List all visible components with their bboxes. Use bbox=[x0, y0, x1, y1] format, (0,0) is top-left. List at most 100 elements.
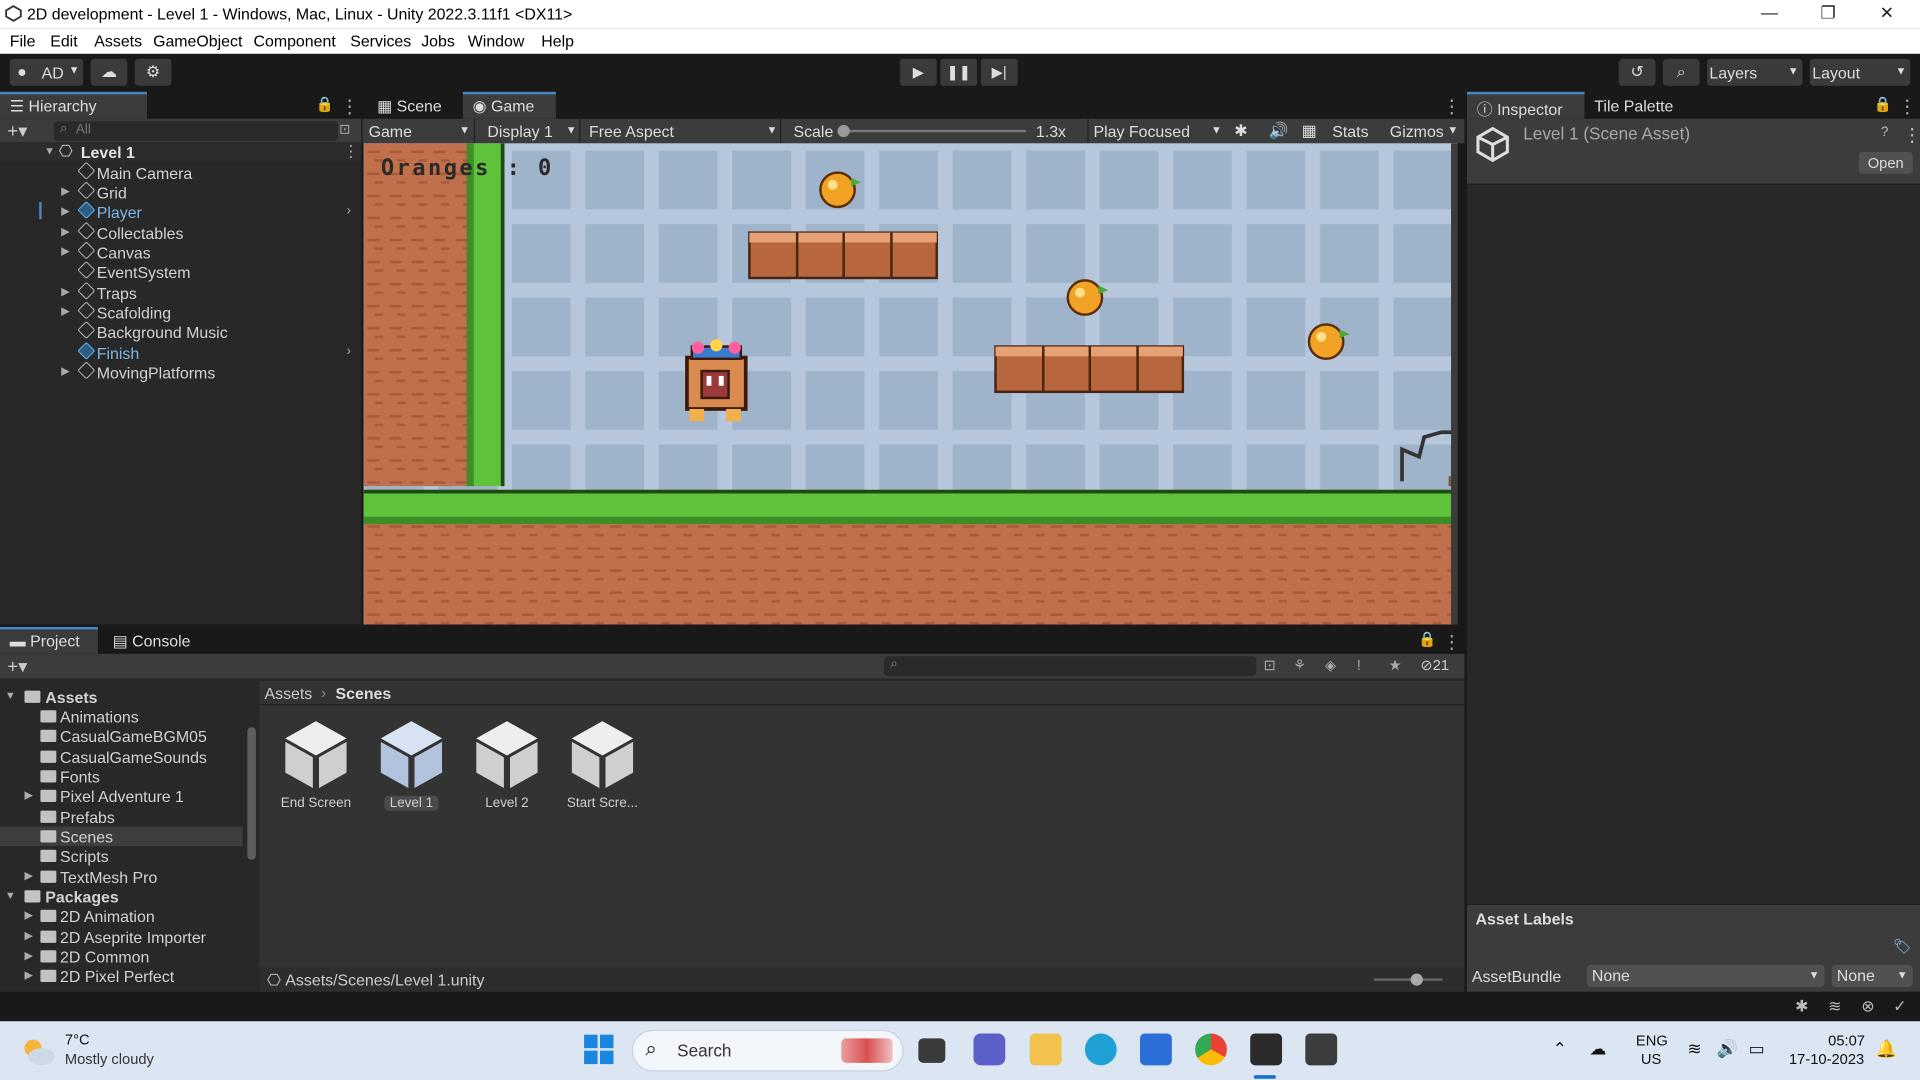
pause-button[interactable]: ❚❚ bbox=[940, 58, 978, 86]
expand-arrow-icon[interactable]: ▶ bbox=[61, 285, 69, 298]
menu-jobs[interactable]: Jobs bbox=[421, 32, 455, 50]
aspect-dropdown[interactable]: Free Aspect ▼ bbox=[583, 118, 782, 144]
breadcrumb-assets[interactable]: Assets bbox=[264, 684, 312, 702]
scene-asset[interactable]: Start Scre... bbox=[555, 718, 651, 816]
expand-arrow-icon[interactable]: ▶ bbox=[61, 185, 69, 198]
expand-arrow-icon[interactable]: ▶ bbox=[61, 204, 69, 217]
tab-scene[interactable]: ▦ Scene bbox=[367, 92, 460, 119]
debug-icon[interactable]: ✱ bbox=[1795, 997, 1808, 1017]
history-button[interactable]: ↺ bbox=[1618, 58, 1656, 86]
scene-visibility-icon[interactable]: ⊡ bbox=[339, 121, 350, 137]
expand-arrow-icon[interactable]: ▶ bbox=[24, 969, 32, 982]
menu-assets[interactable]: Assets bbox=[94, 32, 142, 50]
lock-icon[interactable]: 🔒 bbox=[316, 96, 334, 113]
expand-arrow-icon[interactable]: ▶ bbox=[24, 949, 32, 962]
gizmos-button[interactable]: Gizmos bbox=[1390, 122, 1444, 140]
slider-handle[interactable] bbox=[837, 124, 850, 138]
menu-edit[interactable]: Edit bbox=[50, 32, 77, 50]
language-indicator[interactable]: ENG bbox=[1636, 1032, 1668, 1049]
tab-inspector[interactable]: ⓘ Inspector bbox=[1466, 91, 1585, 119]
play-button[interactable]: ▶ bbox=[900, 58, 937, 86]
chevron-down-icon[interactable]: ▼ bbox=[1447, 124, 1458, 136]
variant-dropdown[interactable]: None ▼ bbox=[1831, 964, 1913, 987]
expand-arrow-icon[interactable]: ▼ bbox=[44, 144, 55, 156]
edge-icon[interactable] bbox=[1084, 1033, 1117, 1066]
store-icon[interactable] bbox=[1140, 1033, 1172, 1066]
scene-asset[interactable]: Level 1 bbox=[364, 718, 460, 816]
open-button[interactable]: Open bbox=[1858, 151, 1913, 174]
expand-arrow-icon[interactable]: ▼ bbox=[5, 889, 16, 901]
tab-hierarchy[interactable]: ☰ Hierarchy bbox=[0, 91, 147, 119]
warning-icon[interactable]: ! bbox=[1357, 656, 1361, 673]
onedrive-icon[interactable]: ☁ bbox=[1589, 1038, 1606, 1059]
add-button[interactable]: +▾ bbox=[7, 655, 27, 677]
list-item[interactable]: Scenes bbox=[0, 826, 243, 847]
minimize-button[interactable]: — bbox=[1741, 2, 1797, 26]
tree-scrollbar[interactable] bbox=[245, 681, 257, 987]
tab-tile-palette[interactable]: Tile Palette bbox=[1585, 92, 1707, 119]
tab-console[interactable]: ▤ Console bbox=[103, 627, 208, 654]
chevron-right-icon[interactable]: › bbox=[347, 344, 351, 359]
chevron-up-icon[interactable]: ⌃ bbox=[1553, 1038, 1567, 1059]
unity-editor-icon[interactable] bbox=[1305, 1033, 1338, 1066]
grid-icon[interactable]: ▦ bbox=[1302, 121, 1317, 141]
expand-arrow-icon[interactable]: ▶ bbox=[24, 929, 32, 942]
battery-icon[interactable]: ▭ bbox=[1749, 1038, 1765, 1059]
account-dropdown[interactable]: ● AD ▼ bbox=[9, 58, 84, 86]
bug-icon[interactable]: ✱ bbox=[1234, 121, 1247, 141]
clock-date[interactable]: 17-10-2023 bbox=[1789, 1051, 1864, 1068]
audio-icon[interactable]: 🔊 bbox=[1269, 121, 1289, 141]
scene-asset[interactable]: End Screen bbox=[268, 718, 364, 816]
cloud-button[interactable]: ☁ bbox=[90, 58, 128, 86]
scene-row[interactable]: ▼ ⎔ Level 1 ⋮ bbox=[0, 142, 362, 162]
wifi-icon[interactable]: ≋ bbox=[1687, 1038, 1701, 1059]
add-button[interactable]: +▾ bbox=[7, 120, 27, 142]
scrollbar-thumb[interactable] bbox=[247, 727, 256, 860]
icon-size-slider[interactable] bbox=[1373, 973, 1443, 986]
tag-icon[interactable]: 🏷 bbox=[1893, 938, 1912, 955]
restore-button[interactable]: ❐ bbox=[1800, 2, 1856, 26]
scene-asset[interactable]: Level 2 bbox=[459, 718, 555, 816]
slider-handle[interactable] bbox=[1410, 973, 1423, 986]
expand-arrow-icon[interactable]: ▶ bbox=[24, 909, 32, 922]
breadcrumb-scenes[interactable]: Scenes bbox=[336, 684, 392, 702]
game-render[interactable]: Oranges : 0 bbox=[363, 143, 1458, 625]
expand-arrow-icon[interactable]: ▶ bbox=[61, 225, 69, 238]
filter-type-icon[interactable]: ⚘ bbox=[1293, 656, 1306, 673]
search-button[interactable]: ⌕ bbox=[1662, 58, 1700, 86]
help-icon[interactable]: ? bbox=[1881, 125, 1889, 140]
menu-window[interactable]: Window bbox=[468, 32, 525, 50]
display-dropdown[interactable]: Display 1 ▼ bbox=[480, 118, 581, 144]
menu-services[interactable]: Services bbox=[350, 32, 411, 50]
task-view-icon[interactable] bbox=[918, 1038, 946, 1063]
step-button[interactable]: ▶| bbox=[980, 58, 1018, 86]
network-icon[interactable]: ⊗ bbox=[1861, 997, 1874, 1017]
search-scope-icon[interactable]: ⊡ bbox=[1264, 656, 1276, 673]
play-focus-dropdown[interactable]: Play Focused ▼ bbox=[1087, 118, 1224, 144]
lock-icon[interactable]: 🔒 bbox=[1873, 96, 1891, 113]
list-item[interactable]: ▶ Player › bbox=[0, 200, 361, 222]
weather-text[interactable]: Mostly cloudy bbox=[65, 1051, 154, 1068]
unity-hub-icon[interactable] bbox=[1250, 1033, 1283, 1066]
hierarchy-search-input[interactable]: ⌕ All bbox=[53, 121, 338, 141]
more-icon[interactable]: ⋮ bbox=[340, 96, 358, 118]
project-search-input[interactable]: ⌕ bbox=[884, 656, 1257, 676]
more-icon[interactable]: ⋮ bbox=[1442, 96, 1460, 118]
menu-gameobject[interactable]: GameObject bbox=[153, 32, 242, 50]
layers-dropdown[interactable]: Layers ▼ bbox=[1706, 58, 1803, 86]
expand-arrow-icon[interactable]: ▶ bbox=[24, 789, 32, 802]
stats-button[interactable]: Stats bbox=[1332, 122, 1368, 140]
teams-icon[interactable] bbox=[973, 1033, 1006, 1066]
collab-button[interactable]: ⚙ bbox=[134, 58, 172, 86]
tab-project[interactable]: ▬ Project bbox=[0, 626, 98, 654]
more-icon[interactable]: ⋮ bbox=[1903, 124, 1920, 146]
weather-icon[interactable] bbox=[20, 1036, 57, 1068]
menu-file[interactable]: File bbox=[10, 32, 36, 50]
scale-slider[interactable] bbox=[837, 124, 1027, 138]
close-button[interactable]: ✕ bbox=[1859, 2, 1915, 26]
expand-arrow-icon[interactable]: ▶ bbox=[24, 869, 32, 882]
more-icon[interactable]: ⋮ bbox=[343, 142, 359, 162]
assetbundle-dropdown[interactable]: None ▼ bbox=[1586, 964, 1825, 987]
taskbar-search[interactable]: ⌕ Search bbox=[631, 1029, 904, 1072]
check-icon[interactable]: ✓ bbox=[1893, 997, 1906, 1017]
